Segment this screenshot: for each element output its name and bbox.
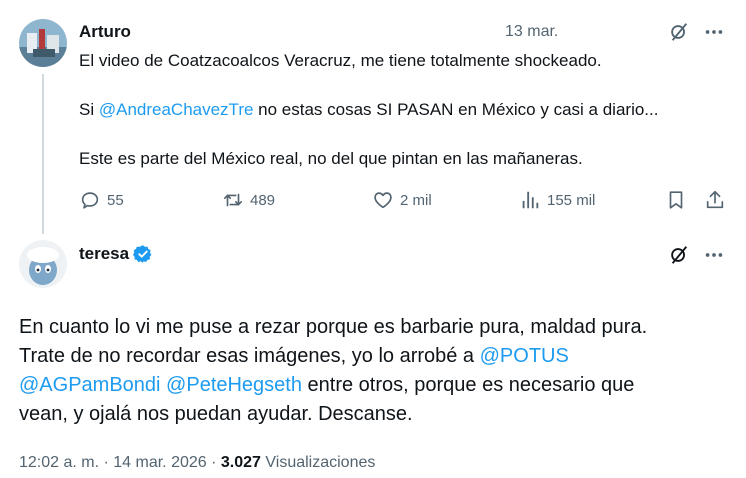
reply-button[interactable]: 55 <box>79 188 124 212</box>
repost-icon <box>223 193 243 207</box>
avatar[interactable] <box>19 240 67 288</box>
share-icon <box>706 190 724 209</box>
bookmark-icon <box>669 191 683 209</box>
views-icon <box>522 191 539 209</box>
tweet-timestamp[interactable]: 12:02 a. m. · 14 mar. 2026 · <box>19 454 221 471</box>
grok-icon[interactable] <box>668 21 690 43</box>
grok-icon[interactable] <box>668 244 690 266</box>
view-count: 155 mil <box>547 191 596 209</box>
avatar[interactable] <box>19 19 67 67</box>
author-name[interactable]: Arturo <box>79 21 131 43</box>
text-segment: Si <box>79 100 99 119</box>
author-name[interactable]: teresa <box>79 243 129 265</box>
bookmark-button[interactable] <box>665 188 687 212</box>
tweet-text-line: El video de Coatzacoalcos Veracruz, me t… <box>79 51 602 70</box>
mention-link[interactable]: @PeteHegseth <box>166 374 302 396</box>
mention-link[interactable]: @AGPamBondi <box>19 374 160 396</box>
tweet-text-line: Este es parte del México real, no del qu… <box>79 149 583 168</box>
verified-badge-icon[interactable] <box>133 244 153 264</box>
tweet-time[interactable]: 13 mar. <box>505 22 558 42</box>
reply-parent-tweet[interactable]: Arturo 13 mar. El video de Coatzacoalcos… <box>0 0 746 232</box>
views-label: Visualizaciones <box>260 454 376 471</box>
author-name-row[interactable]: teresa <box>79 243 153 265</box>
like-icon <box>374 192 392 209</box>
reply-icon <box>81 192 99 209</box>
repost-count: 489 <box>250 191 276 209</box>
like-count: 2 mil <box>400 191 432 209</box>
tweet-text-line: vean, y ojalá nos puedan ayudar. Descans… <box>19 403 413 425</box>
tweet-text-line: @AGPamBondi @PeteHegseth entre otros, po… <box>19 371 729 400</box>
more-icon[interactable] <box>703 244 725 266</box>
text-segment: no estas cosas SI PASAN en México y casi… <box>253 100 659 119</box>
tweet-text-line: Si @AndreaChavezTre no estas cosas SI PA… <box>79 99 658 121</box>
tweet-text: En cuanto lo vi me puse a rezar porque e… <box>19 313 729 429</box>
tweet-text-line: En cuanto lo vi me puse a rezar porque e… <box>19 316 648 338</box>
more-icon[interactable] <box>703 21 725 43</box>
tweet-actions: 55 489 2 mil 155 mil <box>0 188 746 212</box>
text-segment: entre otros, porque es necesario que <box>301 374 635 396</box>
mention-link[interactable]: @POTUS <box>480 345 569 367</box>
share-button[interactable] <box>704 188 726 212</box>
view-count: 3.027 <box>220 454 261 471</box>
like-button[interactable]: 2 mil <box>372 188 432 212</box>
mention-link[interactable]: @AndreaChavezTre <box>99 100 254 119</box>
text-segment: Trate de no recordar esas imágenes, yo l… <box>19 345 480 367</box>
views-button[interactable]: 155 mil <box>519 188 595 212</box>
reply-count: 55 <box>107 191 124 209</box>
tweet-text-line: Trate de no recordar esas imágenes, yo l… <box>19 342 729 371</box>
repost-button[interactable]: 489 <box>222 188 275 212</box>
tweet-metadata: 12:02 a. m. · 14 mar. 2026 · 3.027 Visua… <box>19 452 375 474</box>
